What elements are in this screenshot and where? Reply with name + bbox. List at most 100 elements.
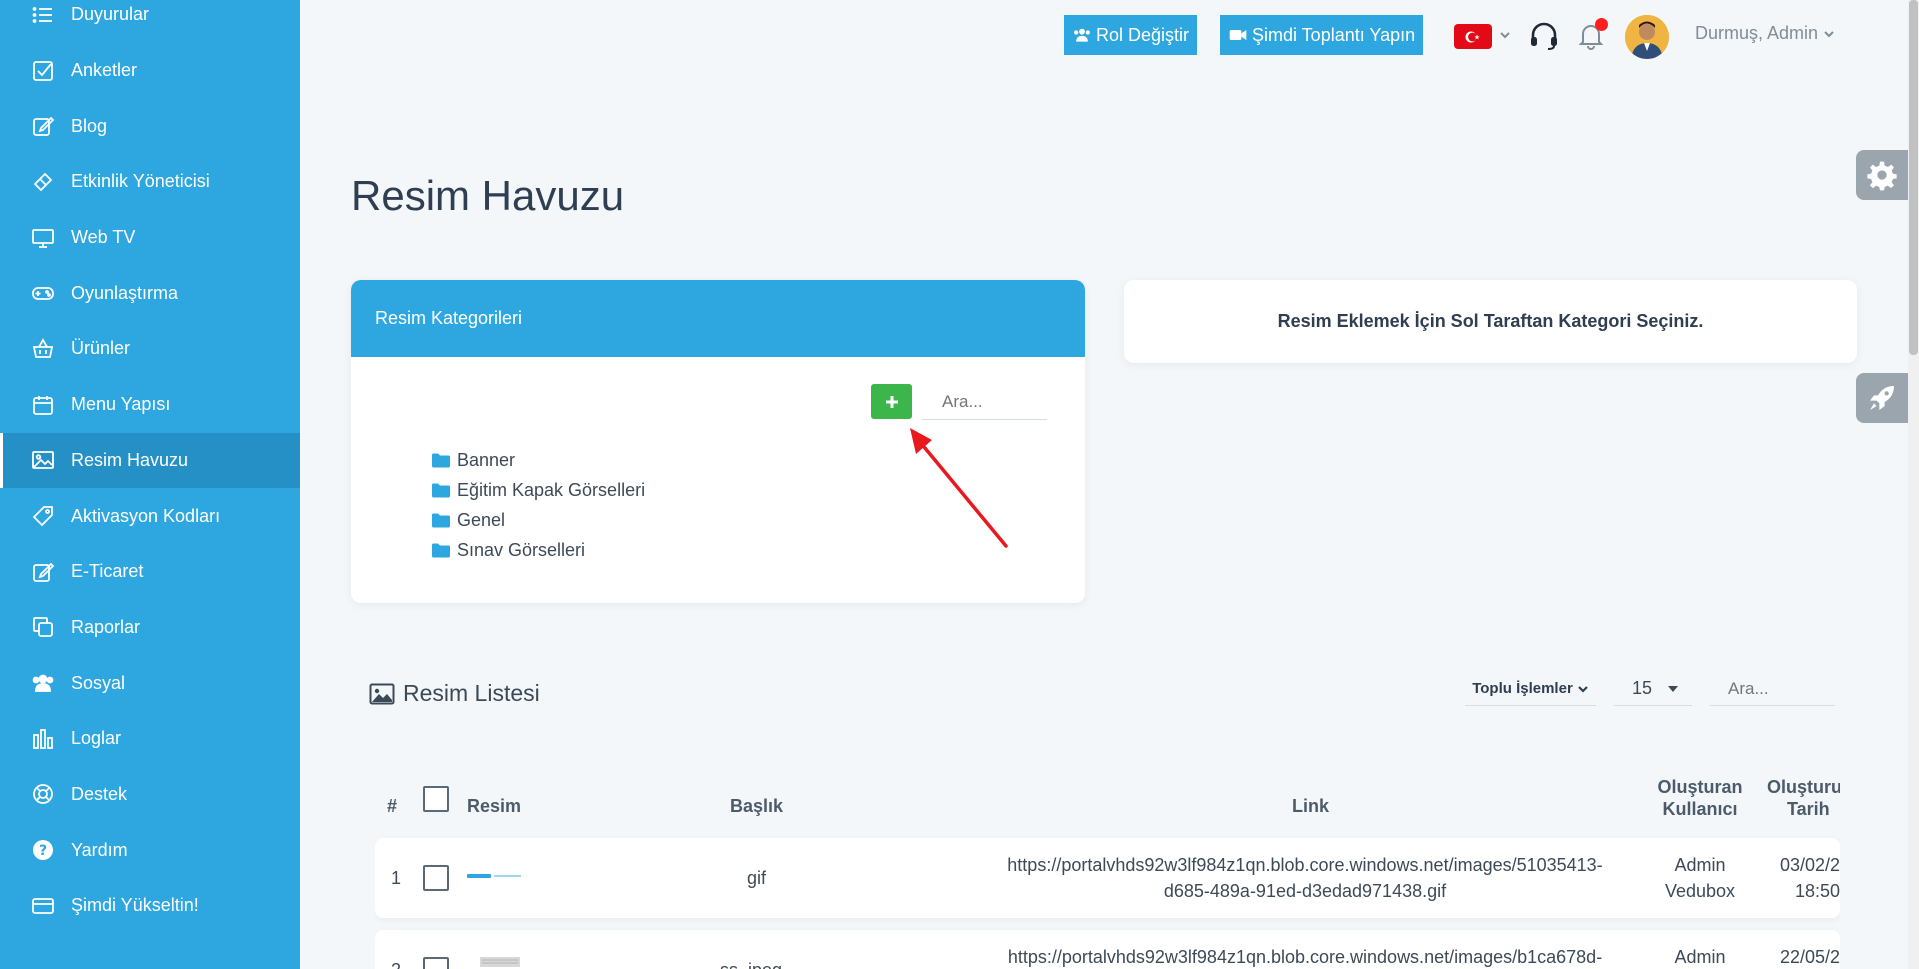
sidebar-item-label: Aktivasyon Kodları (71, 505, 221, 526)
sidebar-item-sosyal[interactable]: Sosyal (0, 655, 300, 711)
checkbox-box (423, 957, 449, 969)
row-checkbox[interactable] (423, 957, 449, 969)
column-header-title[interactable]: Başlık (730, 795, 783, 817)
rocket-icon (1870, 386, 1894, 410)
sidebar-item-label: E-Ticaret (71, 561, 144, 582)
sidebar-item-label: Oyunlaştırma (71, 282, 179, 303)
language-flag-icon[interactable] (1454, 24, 1492, 49)
row-index: 1 (391, 868, 402, 888)
row-created-user-line: Vedubox (1664, 881, 1736, 901)
sidebar-item-label: Resim Havuzu (71, 449, 189, 470)
checkbox-icon (31, 59, 55, 83)
sidebar-item-duyurular[interactable]: Duyurular (0, 0, 300, 43)
chevron-down-icon[interactable] (1498, 28, 1512, 42)
user-name-label: Durmuş, Admin (1695, 23, 1819, 43)
image-thumbnail[interactable] (480, 955, 520, 969)
monitor-icon (31, 226, 55, 250)
table-row[interactable]: 1 gif https://portalvhds92w3lf984z1qn.bl… (375, 838, 1840, 918)
bulk-actions-label: Toplu İşlemler (1472, 680, 1573, 697)
row-link[interactable]: https://portalvhds92w3lf984z1qn.blob.cor… (985, 852, 1625, 904)
sidebar-item-raporlar[interactable]: Raporlar (0, 600, 300, 656)
table-row[interactable]: 2 ss_jpeg https://portalvhds92w3lf984z1q… (375, 930, 1840, 969)
sidebar-item-aktivasyon[interactable]: Aktivasyon Kodları (0, 488, 300, 544)
sidebar-item-label: Raporlar (71, 616, 141, 637)
sidebar-item-menu-yapisi[interactable]: Menu Yapısı (0, 377, 300, 433)
select-all-checkbox[interactable] (423, 786, 449, 817)
page-size-select[interactable]: 15 (1614, 672, 1692, 706)
row-link-line: d685-489a-91ed-d3edad971438.gif (1163, 881, 1447, 901)
row-created-user: Admin Vedubox (1650, 852, 1750, 904)
user-menu[interactable]: Durmuş, Admin (1695, 23, 1836, 44)
sidebar-item-label: Duyurular (71, 4, 150, 25)
row-created-date: 22/05/2 (1777, 944, 1840, 969)
sidebar-item-yardim[interactable]: ? Yardım (0, 822, 300, 878)
user-avatar-icon (1625, 15, 1669, 59)
categories-title: Resim Kategorileri (375, 308, 523, 328)
sidebar-item-label: Yardım (71, 839, 128, 860)
tag-icon (31, 504, 55, 528)
avatar[interactable] (1625, 15, 1669, 59)
sidebar-item-blog[interactable]: Blog (0, 98, 300, 154)
switch-role-button[interactable]: Rol Değiştir (1064, 15, 1198, 55)
category-search-input[interactable] (922, 384, 1047, 420)
image-table: # Resim Başlık Link Oluşturan Kullanıcı … (375, 770, 1840, 969)
sidebar-item-urunler[interactable]: Ürünler (0, 321, 300, 377)
add-category-button[interactable] (871, 384, 912, 419)
switch-role-label: Rol Değiştir (1096, 24, 1190, 45)
category-item-sinav[interactable]: Sınav Görselleri (431, 535, 645, 565)
page-size-value: 15 (1632, 678, 1653, 698)
sidebar-item-label: Web TV (71, 227, 136, 248)
image-thumbnail[interactable] (467, 871, 523, 881)
row-title: gif (747, 868, 767, 888)
sidebar-item-oyunlastirma[interactable]: Oyunlaştırma (0, 265, 300, 321)
folder-icon (432, 543, 450, 557)
gear-icon (1867, 161, 1897, 191)
sidebar-item-anketler[interactable]: Anketler (0, 43, 300, 99)
settings-button[interactable] (1856, 150, 1908, 200)
image-search-input[interactable] (1710, 672, 1835, 706)
sidebar-item-resim-havuzu[interactable]: Resim Havuzu (0, 432, 300, 489)
sidebar-item-label: Loglar (71, 728, 122, 749)
lifebuoy-icon (31, 782, 55, 806)
sidebar-item-label: Blog (71, 115, 108, 136)
scrollbar-thumb[interactable] (1909, 0, 1918, 355)
start-meeting-button[interactable]: Şimdi Toplantı Yapın (1220, 15, 1424, 55)
top-header: Rol Değiştir Şimdi Toplantı Yapın Durmuş… (300, 0, 1919, 70)
category-label: Sınav Görselleri (457, 539, 586, 560)
row-checkbox[interactable] (423, 865, 449, 896)
sidebar-item-loglar[interactable]: Loglar (0, 711, 300, 767)
launch-button[interactable] (1856, 373, 1908, 423)
column-header-created-user[interactable]: Oluşturan Kullanıcı (1650, 776, 1750, 820)
sidebar-item-label: Sosyal (71, 672, 126, 693)
row-link-line: https://portalvhds92w3lf984z1qn.blob.cor… (1007, 855, 1603, 875)
row-index: 2 (391, 957, 401, 969)
image-icon (31, 448, 55, 472)
headset-icon[interactable] (1528, 20, 1560, 52)
bar-chart-icon (31, 727, 55, 751)
sidebar-item-eticaret[interactable]: E-Ticaret (0, 544, 300, 600)
column-header-image[interactable]: Resim (467, 795, 521, 817)
page-scrollbar[interactable] (1908, 0, 1919, 969)
folder-icon (432, 453, 450, 467)
column-header-link[interactable]: Link (1292, 795, 1329, 817)
category-label: Genel (457, 509, 506, 530)
category-item-genel[interactable]: Genel (431, 505, 645, 535)
category-item-egitim[interactable]: Eğitim Kapak Görselleri (431, 475, 645, 505)
column-header-created-date[interactable]: Oluşturu Tarih (1767, 776, 1840, 820)
category-item-banner[interactable]: Banner (431, 445, 645, 475)
sidebar-item-etkinlik[interactable]: Etkinlik Yöneticisi (0, 154, 300, 210)
row-created-date: 03/02/2 18:50 (1777, 852, 1840, 904)
row-link[interactable]: https://portalvhds92w3lf984z1qn.blob.cor… (985, 944, 1625, 969)
sidebar: Duyurular Anketler Blog Etkinlik Yönetic… (0, 0, 300, 969)
bulk-actions-dropdown[interactable]: Toplu İşlemler (1465, 672, 1596, 706)
sidebar-item-yukseltin[interactable]: Şimdi Yükseltin! (0, 878, 300, 934)
image-list-title-label: Resim Listesi (403, 680, 540, 706)
users-icon (1074, 28, 1090, 42)
sidebar-item-label: Destek (71, 783, 128, 804)
sidebar-item-destek[interactable]: Destek (0, 767, 300, 823)
column-header-line: Kullanıcı (1662, 799, 1738, 819)
categories-header: Resim Kategorileri (351, 280, 1085, 357)
sidebar-menu: Duyurular Anketler Blog Etkinlik Yönetic… (0, 0, 300, 934)
notification-badge (1595, 18, 1608, 31)
sidebar-item-webtv[interactable]: Web TV (0, 210, 300, 266)
